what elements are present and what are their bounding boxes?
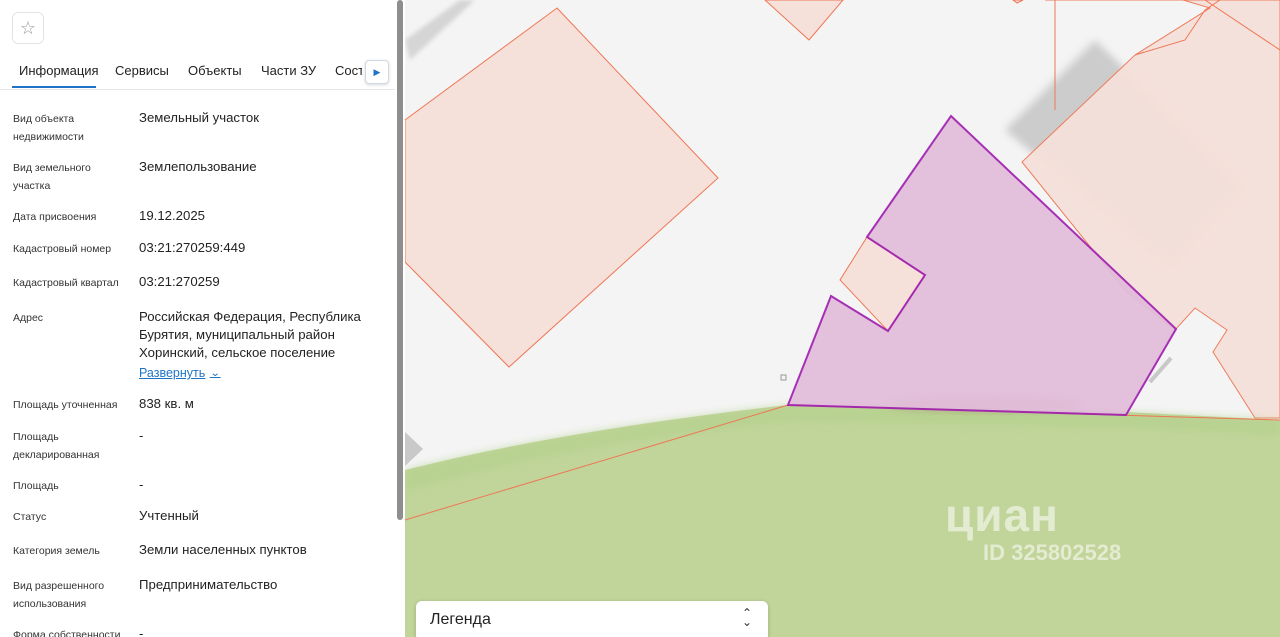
- info-value: -: [139, 626, 144, 637]
- panel-scrollbar-thumb[interactable]: [397, 0, 403, 520]
- info-value: Предпринимательство: [139, 577, 278, 592]
- info-value[interactable]: 03:21:270259:449: [139, 239, 384, 257]
- info-label: Дата присвоения: [13, 211, 97, 223]
- map-collapse-arrow-icon[interactable]: [405, 432, 423, 466]
- info-value: Земельный участок: [139, 110, 260, 125]
- info-value: -: [139, 477, 144, 492]
- info-value: 19.12.2025: [139, 208, 206, 223]
- info-label: Вид земельного участка: [13, 162, 91, 192]
- legend-panel[interactable]: Легенда ⌃ ⌄: [416, 601, 768, 637]
- info-label: Площадь уточненная: [13, 399, 118, 411]
- watermark-id: ID 325802528: [983, 540, 1122, 565]
- info-value: Землепользование: [139, 159, 257, 174]
- expand-label: Развернуть: [139, 366, 206, 380]
- cadastral-map[interactable]: циан ID 325802528 Легенда ⌃ ⌄: [405, 0, 1280, 637]
- tab-bar: Информация Сервисы Объекты Части ЗУ Сост…: [0, 54, 395, 90]
- legend-title: Легенда: [430, 611, 491, 628]
- chevron-down-icon: ⌄: [210, 367, 221, 379]
- expand-address-link[interactable]: Развернуть ⌄: [139, 366, 221, 380]
- info-label: Площадь декларированная: [13, 431, 100, 461]
- info-value: -: [139, 428, 144, 443]
- tab-composition[interactable]: Соста: [335, 63, 362, 78]
- watermark: циан ID 325802528: [945, 490, 1121, 566]
- info-label: Кадастровый номер: [13, 243, 112, 255]
- address-value: Российская Федерация, Республика Бурятия…: [139, 309, 361, 360]
- tab-services[interactable]: Сервисы: [115, 63, 169, 78]
- tab-information[interactable]: Информация: [19, 63, 99, 78]
- info-label: Статус: [13, 511, 47, 523]
- info-value: 03:21:270259: [139, 274, 220, 289]
- info-label: Форма собственности: [13, 629, 121, 637]
- tabs-next-button[interactable]: ▶: [365, 60, 389, 84]
- info-value: 838 кв. м: [139, 396, 194, 411]
- info-label: Площадь: [13, 480, 59, 492]
- info-label: Вид разрешенного использования: [13, 580, 105, 610]
- info-value: Учтенный: [139, 508, 199, 523]
- info-label: Кадастровый квартал: [13, 277, 119, 289]
- watermark-logo: циан: [945, 489, 1059, 541]
- map-canvas[interactable]: [405, 0, 1280, 637]
- tab-land-parts[interactable]: Части ЗУ: [261, 63, 316, 78]
- info-label: Категория земель: [13, 545, 100, 557]
- info-panel: ☆ Информация Сервисы Объекты Части ЗУ Со…: [0, 0, 405, 637]
- caret-right-icon: ▶: [373, 66, 381, 77]
- tab-objects[interactable]: Объекты: [188, 63, 242, 78]
- favorite-button[interactable]: ☆: [12, 12, 44, 44]
- star-icon: ☆: [19, 17, 37, 38]
- active-tab-indicator: [12, 86, 96, 88]
- info-label: Вид объекта недвижимости: [13, 113, 84, 143]
- info-value: Земли населенных пунктов: [139, 542, 307, 557]
- info-label: Адрес: [13, 312, 44, 324]
- expand-collapse-icon[interactable]: ⌃ ⌄: [742, 607, 752, 628]
